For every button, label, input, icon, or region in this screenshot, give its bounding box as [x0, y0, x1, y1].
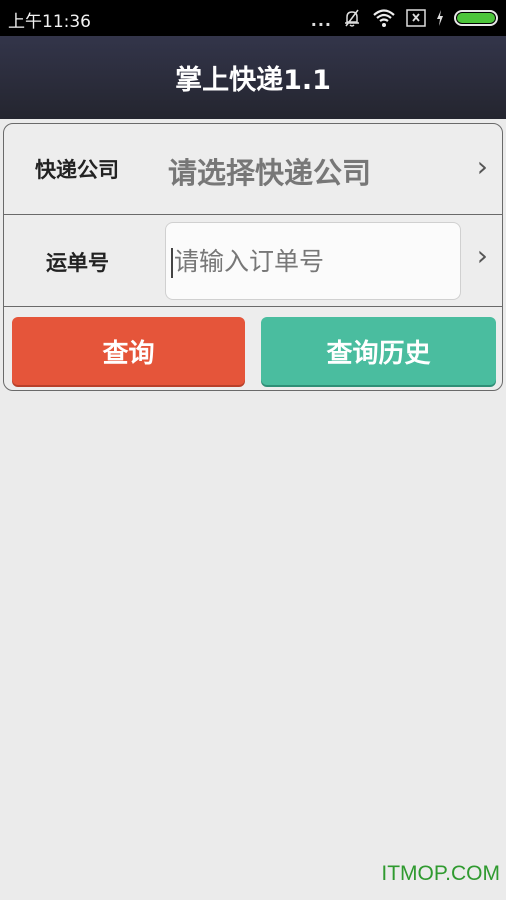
page-title: 掌上快递1.1 — [175, 65, 331, 96]
charging-icon — [436, 10, 444, 26]
company-row: 快递公司 请选择快递公司 › — [4, 124, 502, 215]
text-cursor — [171, 248, 173, 278]
order-label: 运单号 — [46, 251, 109, 275]
battery-icon — [454, 10, 498, 26]
query-history-button[interactable]: 查询历史 — [261, 317, 496, 385]
company-placeholder: 请选择快递公司 — [168, 156, 372, 190]
order-number-input[interactable] — [165, 222, 461, 300]
chevron-right-icon[interactable]: › — [477, 150, 488, 183]
company-select[interactable]: 请选择快递公司 — [164, 124, 500, 213]
sim-none-icon — [406, 9, 426, 27]
more-dots-icon: ... — [310, 10, 332, 30]
company-label: 快递公司 — [35, 158, 119, 182]
chevron-right-icon[interactable]: › — [477, 239, 488, 272]
notifications-muted-icon — [342, 8, 362, 28]
watermark: ITMOP.COM — [381, 862, 500, 885]
title-bar: 掌上快递1.1 — [0, 36, 506, 119]
status-bar: 上午11:36 ... — [0, 0, 506, 36]
query-form: 快递公司 请选择快递公司 › 运单号 › 查询 查询历史 — [3, 123, 503, 391]
query-button[interactable]: 查询 — [12, 317, 245, 385]
battery-fill — [457, 13, 495, 23]
status-time: 上午11:36 — [8, 12, 91, 32]
wifi-icon — [372, 8, 396, 28]
order-row: 运单号 › — [4, 215, 502, 307]
status-icons: ... — [311, 6, 498, 30]
